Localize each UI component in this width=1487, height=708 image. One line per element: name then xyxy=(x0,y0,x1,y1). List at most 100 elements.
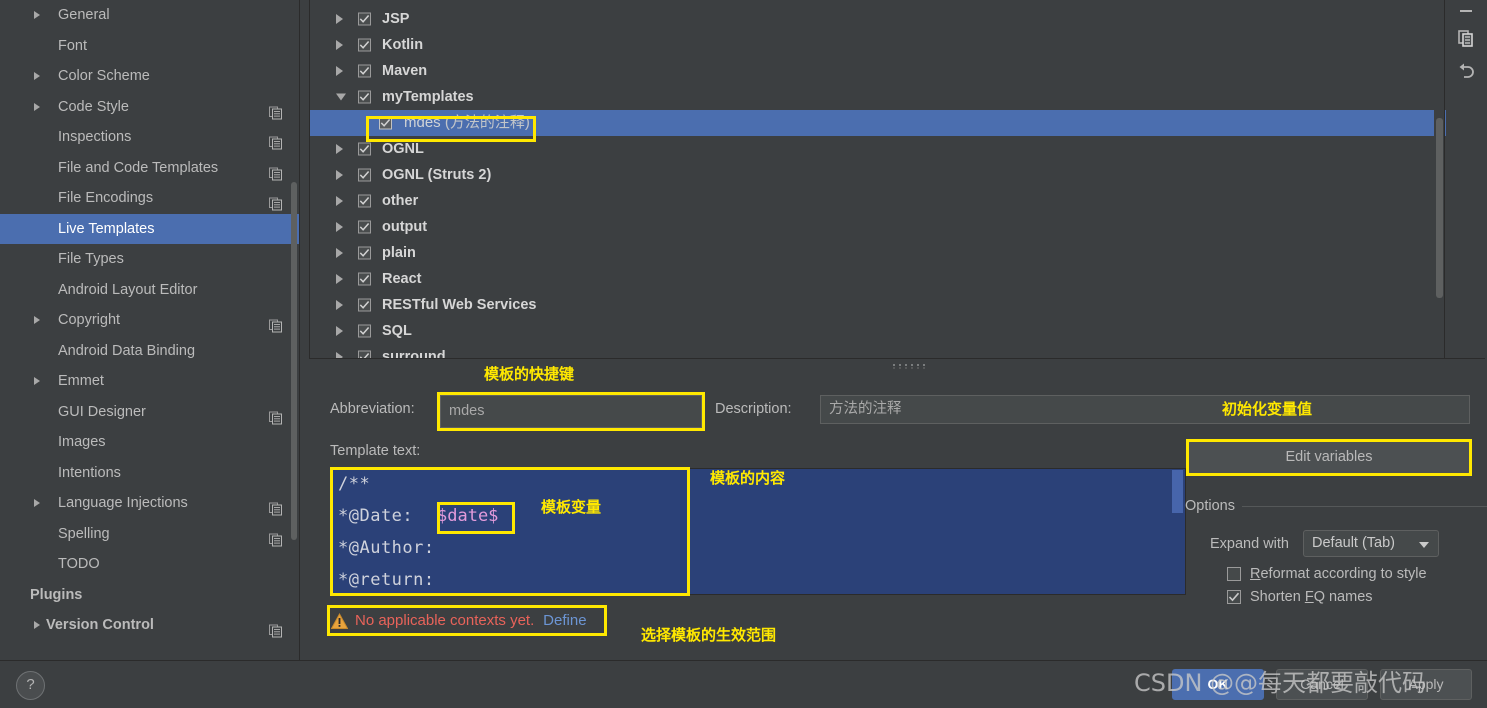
sidebar-item-copyright[interactable]: Copyright xyxy=(0,305,300,336)
copy-settings-icon[interactable] xyxy=(269,161,282,181)
tree-row[interactable]: JSP xyxy=(310,6,1450,32)
template-group-checkbox[interactable] xyxy=(358,220,371,234)
template-group-checkbox[interactable] xyxy=(358,324,371,338)
chevron-right-icon[interactable] xyxy=(34,102,40,111)
chevron-right-icon[interactable] xyxy=(336,40,343,50)
chevron-right-icon[interactable] xyxy=(336,300,343,310)
settings-category-sidebar[interactable]: General Font Color Scheme Code Style Inspect… xyxy=(0,0,300,660)
sidebar-item-spelling[interactable]: Spelling xyxy=(0,519,300,550)
chevron-right-icon[interactable] xyxy=(34,621,40,630)
tree-row[interactable]: output xyxy=(310,214,1450,240)
shorten-fq-checkbox[interactable] xyxy=(1227,590,1241,604)
copy-settings-icon[interactable] xyxy=(269,619,282,638)
sidebar-item-file-and-code-templates[interactable]: File and Code Templates xyxy=(0,153,300,184)
tree-row[interactable]: React xyxy=(310,266,1450,292)
sidebar-item-file-types[interactable]: File Types xyxy=(0,244,300,275)
chevron-right-icon[interactable] xyxy=(336,14,343,24)
sidebar-scrollbar-thumb[interactable] xyxy=(291,182,297,540)
tree-row[interactable]: surround xyxy=(310,344,1450,358)
chevron-right-icon[interactable] xyxy=(34,499,40,508)
editor-scrollbar-thumb[interactable] xyxy=(1172,470,1183,513)
chevron-right-icon[interactable] xyxy=(336,222,343,232)
abbreviation-input[interactable]: mdes xyxy=(437,392,705,431)
template-group-checkbox[interactable] xyxy=(358,64,371,78)
template-group-checkbox[interactable] xyxy=(358,298,371,312)
sidebar-item-plugins[interactable]: Plugins xyxy=(0,580,300,611)
copy-template-button[interactable] xyxy=(1455,27,1477,49)
expand-with-select[interactable]: Default (Tab) xyxy=(1303,530,1439,557)
tree-row[interactable]: OGNL (Struts 2) xyxy=(310,162,1450,188)
chevron-right-icon[interactable] xyxy=(34,72,40,81)
tree-row[interactable]: OGNL xyxy=(310,136,1450,162)
editor-scrollbar[interactable] xyxy=(1170,470,1184,594)
live-templates-tree[interactable]: JavaScript Testing JSP Kotlin Maven myTempla… xyxy=(310,0,1450,358)
tree-scrollbar-thumb[interactable] xyxy=(1436,118,1443,298)
sidebar-item-images[interactable]: Images xyxy=(0,427,300,458)
template-group-checkbox[interactable] xyxy=(358,90,371,104)
sidebar-scrollbar[interactable] xyxy=(290,0,297,660)
template-group-checkbox[interactable] xyxy=(358,168,371,182)
sidebar-item-android-data-binding[interactable]: Android Data Binding xyxy=(0,336,300,367)
chevron-down-icon[interactable] xyxy=(336,93,346,101)
copy-settings-icon[interactable] xyxy=(269,314,282,333)
chevron-right-icon[interactable] xyxy=(336,196,343,206)
edit-variables-button[interactable]: Edit variables xyxy=(1188,441,1470,474)
chevron-right-icon[interactable] xyxy=(336,326,343,336)
sidebar-item-label: Color Scheme xyxy=(58,68,150,84)
chevron-right-icon[interactable] xyxy=(336,144,343,154)
sidebar-item-file-encodings[interactable]: File Encodings xyxy=(0,183,300,214)
tree-row[interactable]: Kotlin xyxy=(310,32,1450,58)
sidebar-item-color-scheme[interactable]: Color Scheme xyxy=(0,61,300,92)
copy-settings-icon[interactable] xyxy=(269,497,282,516)
sidebar-item-emmet[interactable]: Emmet xyxy=(0,366,300,397)
template-group-checkbox[interactable] xyxy=(379,116,392,130)
remove-template-button[interactable] xyxy=(1455,0,1477,22)
sidebar-item-code-style[interactable]: Code Style xyxy=(0,92,300,123)
template-variable-token[interactable]: $date$ xyxy=(437,506,498,526)
sidebar-item-font[interactable]: Font xyxy=(0,31,300,62)
chevron-right-icon[interactable] xyxy=(336,274,343,284)
copy-settings-icon[interactable] xyxy=(269,131,282,150)
sidebar-item-todo[interactable]: TODO xyxy=(0,549,300,580)
description-input[interactable]: 方法的注释 xyxy=(820,395,1470,424)
chevron-right-icon[interactable] xyxy=(336,170,343,180)
template-group-checkbox[interactable] xyxy=(358,272,371,286)
chevron-right-icon[interactable] xyxy=(34,316,40,325)
tree-row[interactable]: myTemplates xyxy=(310,84,1450,110)
copy-settings-icon[interactable] xyxy=(269,192,282,211)
sidebar-item-live-templates[interactable]: Live Templates xyxy=(0,213,300,244)
reformat-checkbox[interactable] xyxy=(1227,567,1241,581)
copy-settings-icon[interactable] xyxy=(269,405,282,425)
chevron-right-icon[interactable] xyxy=(34,377,40,386)
tree-row[interactable]: Maven xyxy=(310,58,1450,84)
revert-changes-button[interactable] xyxy=(1455,60,1477,82)
define-context-link[interactable]: Define xyxy=(543,612,586,629)
copy-settings-icon[interactable] xyxy=(269,100,282,120)
sidebar-item-android-layout-editor[interactable]: Android Layout Editor xyxy=(0,275,300,306)
help-button[interactable]: ? xyxy=(16,671,45,700)
chevron-right-icon[interactable] xyxy=(336,66,343,76)
template-group-checkbox[interactable] xyxy=(358,350,371,358)
template-group-checkbox[interactable] xyxy=(358,38,371,52)
template-group-checkbox[interactable] xyxy=(358,12,371,26)
tree-row[interactable]: RESTful Web Services xyxy=(310,292,1450,318)
chevron-right-icon[interactable] xyxy=(336,248,343,258)
tree-scrollbar[interactable] xyxy=(1434,0,1444,358)
sidebar-item-gui-designer[interactable]: GUI Designer xyxy=(0,397,300,428)
sidebar-item-inspections[interactable]: Inspections xyxy=(0,122,300,153)
tree-row[interactable]: mdes (方法的注释) xyxy=(310,110,1450,136)
abbreviation-label: Abbreviation: xyxy=(330,401,415,417)
sidebar-item-version-control[interactable]: Version Control xyxy=(0,610,300,641)
template-group-checkbox[interactable] xyxy=(358,246,371,260)
template-group-checkbox[interactable] xyxy=(358,142,371,156)
grip-dot xyxy=(893,364,895,366)
sidebar-item-language-injections[interactable]: Language Injections xyxy=(0,488,300,519)
sidebar-item-general[interactable]: General xyxy=(0,0,300,31)
chevron-right-icon[interactable] xyxy=(34,11,40,20)
tree-row[interactable]: SQL xyxy=(310,318,1450,344)
tree-row[interactable]: other xyxy=(310,188,1450,214)
copy-settings-icon[interactable] xyxy=(269,527,282,547)
sidebar-item-intentions[interactable]: Intentions xyxy=(0,458,300,489)
template-group-checkbox[interactable] xyxy=(358,194,371,208)
tree-row[interactable]: plain xyxy=(310,240,1450,266)
